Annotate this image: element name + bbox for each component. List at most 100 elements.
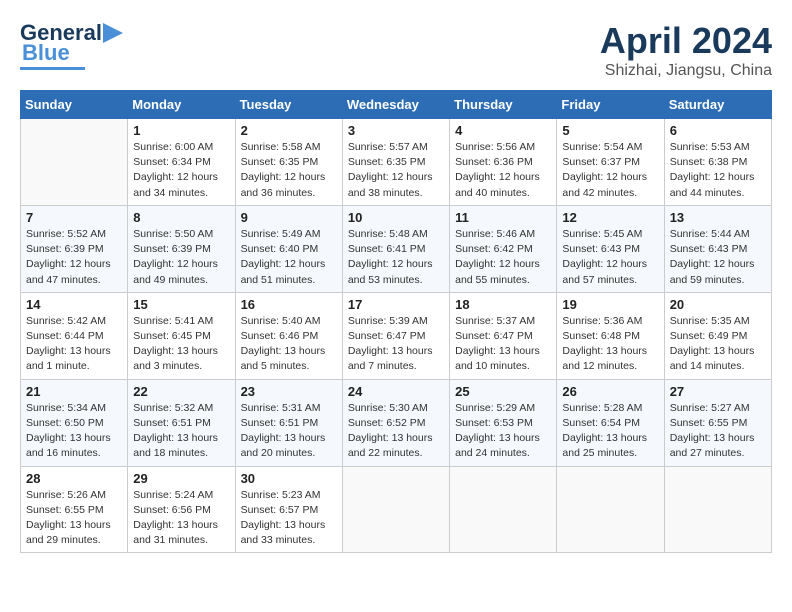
day-info: Sunrise: 5:53 AM Sunset: 6:38 PM Dayligh…: [670, 140, 766, 201]
day-number: 21: [26, 384, 122, 399]
day-number: 19: [562, 297, 658, 312]
day-number: 6: [670, 123, 766, 138]
calendar-cell: 2Sunrise: 5:58 AM Sunset: 6:35 PM Daylig…: [235, 119, 342, 206]
day-number: 29: [133, 471, 229, 486]
calendar-cell: 9 Sunrise: 5:49 AM Sunset: 6:40 PM Daylig…: [235, 205, 342, 292]
day-number: 27: [670, 384, 766, 399]
day-info: Sunrise: 5:48 AM Sunset: 6:41 PM Dayligh…: [348, 227, 444, 288]
calendar-cell: 5 Sunrise: 5:54 AM Sunset: 6:37 PM Daylig…: [557, 119, 664, 206]
day-number: 11: [455, 210, 551, 225]
weekday-header: Monday: [128, 91, 235, 119]
day-info: Sunrise: 5:26 AM Sunset: 6:55 PM Dayligh…: [26, 488, 122, 549]
day-info: Sunrise: 5:37 AM Sunset: 6:47 PM Dayligh…: [455, 314, 551, 375]
calendar-cell: 11 Sunrise: 5:46 AM Sunset: 6:42 PM Dayli…: [450, 205, 557, 292]
calendar-cell: 12 Sunrise: 5:45 AM Sunset: 6:43 PM Dayli…: [557, 205, 664, 292]
day-info: Sunrise: 5:41 AM Sunset: 6:45 PM Dayligh…: [133, 314, 229, 375]
logo-underline: [20, 67, 85, 70]
day-info: Sunrise: 5:31 AM Sunset: 6:51 PM Dayligh…: [241, 401, 337, 462]
day-number: 25: [455, 384, 551, 399]
day-info: Sunrise: 6:00 AM Sunset: 6:34 PM Dayligh…: [133, 140, 229, 201]
day-number: 23: [241, 384, 337, 399]
day-number: 22: [133, 384, 229, 399]
day-info: Sunrise: 5:56 AM Sunset: 6:36 PM Dayligh…: [455, 140, 551, 201]
day-info: Sunrise: 5:32 AM Sunset: 6:51 PM Dayligh…: [133, 401, 229, 462]
day-number: 13: [670, 210, 766, 225]
day-info: Sunrise: 5:40 AM Sunset: 6:46 PM Dayligh…: [241, 314, 337, 375]
day-info: Sunrise: 5:49 AM Sunset: 6:40 PM Dayligh…: [241, 227, 337, 288]
day-number: 5: [562, 123, 658, 138]
calendar-cell: [450, 466, 557, 553]
calendar-cell: 10 Sunrise: 5:48 AM Sunset: 6:41 PM Dayli…: [342, 205, 449, 292]
calendar-cell: 24Sunrise: 5:30 AM Sunset: 6:52 PM Dayli…: [342, 379, 449, 466]
day-number: 8: [133, 210, 229, 225]
day-info: Sunrise: 5:34 AM Sunset: 6:50 PM Dayligh…: [26, 401, 122, 462]
calendar-cell: [557, 466, 664, 553]
day-info: Sunrise: 5:46 AM Sunset: 6:42 PM Dayligh…: [455, 227, 551, 288]
day-info: Sunrise: 5:52 AM Sunset: 6:39 PM Dayligh…: [26, 227, 122, 288]
calendar-cell: [21, 119, 128, 206]
day-number: 10: [348, 210, 444, 225]
calendar-week-row: 1 Sunrise: 6:00 AM Sunset: 6:34 PM Daylig…: [21, 119, 772, 206]
calendar-cell: 26 Sunrise: 5:28 AM Sunset: 6:54 PM Dayli…: [557, 379, 664, 466]
logo-blue-text: Blue: [22, 40, 70, 66]
calendar-cell: 28 Sunrise: 5:26 AM Sunset: 6:55 PM Dayli…: [21, 466, 128, 553]
logo-arrow-icon: [103, 23, 127, 43]
calendar-cell: 23 Sunrise: 5:31 AM Sunset: 6:51 PM Dayli…: [235, 379, 342, 466]
calendar-cell: 4 Sunrise: 5:56 AM Sunset: 6:36 PM Daylig…: [450, 119, 557, 206]
weekday-header: Tuesday: [235, 91, 342, 119]
calendar-week-row: 14 Sunrise: 5:42 AM Sunset: 6:44 PM Dayli…: [21, 292, 772, 379]
calendar-cell: 19Sunrise: 5:36 AM Sunset: 6:48 PM Dayli…: [557, 292, 664, 379]
weekday-header: Thursday: [450, 91, 557, 119]
day-info: Sunrise: 5:29 AM Sunset: 6:53 PM Dayligh…: [455, 401, 551, 462]
day-number: 20: [670, 297, 766, 312]
calendar-cell: 30Sunrise: 5:23 AM Sunset: 6:57 PM Dayli…: [235, 466, 342, 553]
weekday-header: Sunday: [21, 91, 128, 119]
calendar-cell: 18Sunrise: 5:37 AM Sunset: 6:47 PM Dayli…: [450, 292, 557, 379]
calendar-cell: 7 Sunrise: 5:52 AM Sunset: 6:39 PM Daylig…: [21, 205, 128, 292]
day-info: Sunrise: 5:39 AM Sunset: 6:47 PM Dayligh…: [348, 314, 444, 375]
subtitle: Shizhai, Jiangsu, China: [600, 62, 772, 80]
day-info: Sunrise: 5:42 AM Sunset: 6:44 PM Dayligh…: [26, 314, 122, 375]
calendar-cell: 8 Sunrise: 5:50 AM Sunset: 6:39 PM Daylig…: [128, 205, 235, 292]
day-info: Sunrise: 5:28 AM Sunset: 6:54 PM Dayligh…: [562, 401, 658, 462]
day-number: 24: [348, 384, 444, 399]
day-number: 3: [348, 123, 444, 138]
calendar-cell: 17 Sunrise: 5:39 AM Sunset: 6:47 PM Dayli…: [342, 292, 449, 379]
calendar-cell: 6 Sunrise: 5:53 AM Sunset: 6:38 PM Daylig…: [664, 119, 771, 206]
day-number: 7: [26, 210, 122, 225]
day-info: Sunrise: 5:45 AM Sunset: 6:43 PM Dayligh…: [562, 227, 658, 288]
calendar-cell: 25 Sunrise: 5:29 AM Sunset: 6:53 PM Dayli…: [450, 379, 557, 466]
day-number: 2: [241, 123, 337, 138]
day-number: 1: [133, 123, 229, 138]
day-number: 9: [241, 210, 337, 225]
page-header: General Blue April 2024 Shizhai, Jiangsu…: [20, 20, 772, 80]
day-number: 16: [241, 297, 337, 312]
calendar-week-row: 28 Sunrise: 5:26 AM Sunset: 6:55 PM Dayli…: [21, 466, 772, 553]
calendar-week-row: 21 Sunrise: 5:34 AM Sunset: 6:50 PM Dayli…: [21, 379, 772, 466]
day-info: Sunrise: 5:54 AM Sunset: 6:37 PM Dayligh…: [562, 140, 658, 201]
day-number: 28: [26, 471, 122, 486]
main-title: April 2024: [600, 20, 772, 62]
calendar-cell: 22 Sunrise: 5:32 AM Sunset: 6:51 PM Dayli…: [128, 379, 235, 466]
weekday-header: Wednesday: [342, 91, 449, 119]
day-number: 14: [26, 297, 122, 312]
day-number: 26: [562, 384, 658, 399]
calendar-cell: 13 Sunrise: 5:44 AM Sunset: 6:43 PM Dayli…: [664, 205, 771, 292]
day-info: Sunrise: 5:35 AM Sunset: 6:49 PM Dayligh…: [670, 314, 766, 375]
calendar-cell: [664, 466, 771, 553]
calendar-cell: [342, 466, 449, 553]
day-number: 15: [133, 297, 229, 312]
day-number: 4: [455, 123, 551, 138]
calendar-cell: 21 Sunrise: 5:34 AM Sunset: 6:50 PM Dayli…: [21, 379, 128, 466]
calendar-cell: 20 Sunrise: 5:35 AM Sunset: 6:49 PM Dayli…: [664, 292, 771, 379]
day-number: 17: [348, 297, 444, 312]
day-number: 30: [241, 471, 337, 486]
day-info: Sunrise: 5:27 AM Sunset: 6:55 PM Dayligh…: [670, 401, 766, 462]
calendar-cell: 1 Sunrise: 6:00 AM Sunset: 6:34 PM Daylig…: [128, 119, 235, 206]
calendar-cell: 15 Sunrise: 5:41 AM Sunset: 6:45 PM Dayli…: [128, 292, 235, 379]
weekday-header-row: SundayMondayTuesdayWednesdayThursdayFrid…: [21, 91, 772, 119]
day-info: Sunrise: 5:44 AM Sunset: 6:43 PM Dayligh…: [670, 227, 766, 288]
calendar-week-row: 7 Sunrise: 5:52 AM Sunset: 6:39 PM Daylig…: [21, 205, 772, 292]
day-info: Sunrise: 5:50 AM Sunset: 6:39 PM Dayligh…: [133, 227, 229, 288]
day-number: 12: [562, 210, 658, 225]
